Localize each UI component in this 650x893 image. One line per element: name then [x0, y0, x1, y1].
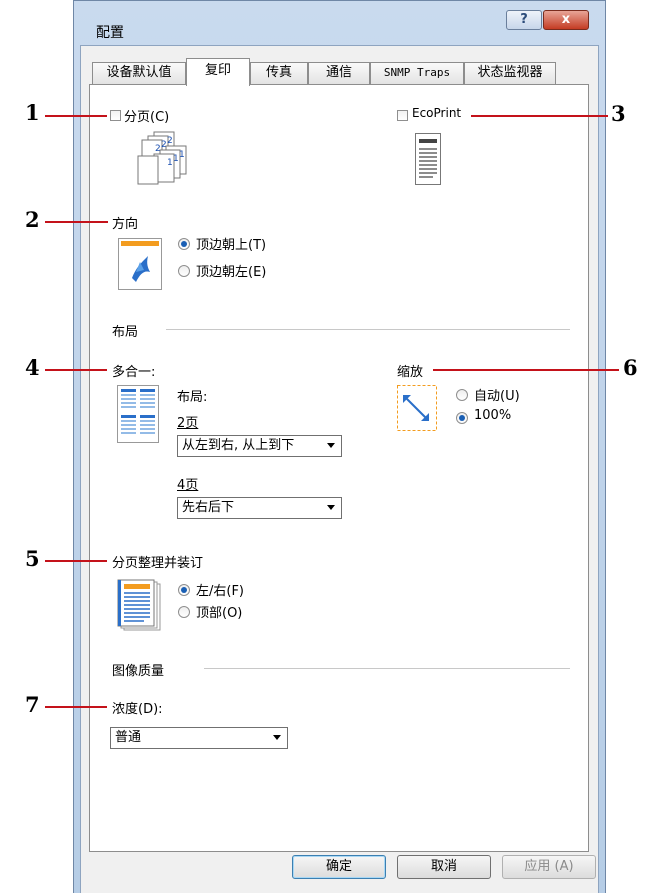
window-title: 配置: [96, 25, 124, 41]
ecoprint-label[interactable]: EcoPrint: [412, 106, 461, 120]
image-quality-separator: [204, 668, 570, 669]
collate-number: 2: [161, 140, 167, 150]
callout-line: [471, 115, 608, 117]
orientation-top-left-label[interactable]: 顶边朝左(E): [196, 261, 266, 280]
callout-line: [45, 115, 107, 117]
callout-line: [45, 369, 107, 371]
chevron-down-icon: [327, 505, 335, 510]
callout-number: 7: [25, 692, 40, 717]
layout-section-title: 布局: [112, 325, 139, 340]
two-page-layout-value: 从左到右, 从上到下: [182, 438, 295, 453]
callout-number: 3: [611, 101, 626, 126]
multi-up-layout-icon: [117, 385, 159, 443]
collate-number: 1: [179, 150, 185, 160]
orientation-top-up-radio[interactable]: [178, 238, 190, 250]
callout-number: 5: [25, 546, 40, 571]
callout-line: [433, 369, 619, 371]
binding-top-radio[interactable]: [178, 606, 190, 618]
binding-left-right-radio[interactable]: [178, 584, 190, 596]
density-dropdown[interactable]: 普通: [110, 727, 288, 749]
tab-communication[interactable]: 通信: [308, 62, 370, 84]
tab-device-defaults[interactable]: 设备默认值: [92, 62, 186, 84]
portrait-orientation-icon: [118, 238, 162, 290]
binding-top-label[interactable]: 顶部(O): [196, 602, 242, 621]
callout-line: [45, 221, 108, 223]
scaling-100-label[interactable]: 100%: [474, 408, 511, 423]
collate-number: 1: [167, 158, 173, 168]
tab-snmp-traps[interactable]: SNMP Traps: [370, 62, 464, 84]
scaling-auto-label[interactable]: 自动(U): [474, 385, 520, 404]
orientation-top-up-label[interactable]: 顶边朝上(T): [196, 234, 266, 253]
binding-pages-icon: [117, 579, 161, 631]
image-quality-title: 图像质量: [112, 664, 165, 679]
callout-number: 6: [623, 355, 638, 380]
scaling-auto-radio[interactable]: [456, 389, 468, 401]
ecoprint-checkbox[interactable]: [397, 110, 408, 121]
collate-pages-icon: 2 2 2 1 1 1: [137, 131, 187, 185]
callout-number: 4: [25, 355, 40, 380]
tab-status-monitor[interactable]: 状态监视器: [464, 62, 556, 84]
close-button[interactable]: x: [543, 10, 589, 30]
layout-label: 布局:: [177, 390, 208, 405]
tab-copy[interactable]: 复印: [186, 58, 250, 86]
scaling-100-radio[interactable]: [456, 412, 468, 424]
scaling-title: 缩放: [397, 365, 424, 380]
callout-number: 1: [25, 100, 40, 125]
four-page-layout-dropdown[interactable]: 先右后下: [177, 497, 342, 519]
binding-left-right-label[interactable]: 左/右(F): [196, 580, 244, 599]
callout-line: [45, 706, 107, 708]
apply-button[interactable]: 应用 (A): [502, 855, 596, 879]
callout-number: 2: [25, 207, 40, 232]
scaling-icon: [397, 385, 437, 431]
chevron-down-icon: [327, 443, 335, 448]
collate-number: 2: [155, 144, 161, 154]
two-page-layout-dropdown[interactable]: 从左到右, 从上到下: [177, 435, 342, 457]
help-button[interactable]: ?: [506, 10, 542, 30]
orientation-title: 方向: [112, 217, 139, 232]
ecoprint-page-icon: [415, 133, 441, 185]
density-value: 普通: [115, 730, 142, 745]
ok-button[interactable]: 确定: [292, 855, 386, 879]
tab-fax[interactable]: 传真: [250, 62, 308, 84]
multi-up-title: 多合一:: [112, 365, 156, 380]
orientation-top-left-radio[interactable]: [178, 265, 190, 277]
cancel-button[interactable]: 取消: [397, 855, 491, 879]
layout-separator: [166, 329, 570, 330]
two-page-label: 2页: [177, 416, 199, 431]
collate-label[interactable]: 分页(C): [124, 106, 169, 125]
collate-number: 2: [167, 136, 173, 146]
chevron-down-icon: [273, 735, 281, 740]
binding-title: 分页整理并装订: [112, 556, 204, 571]
density-label: 浓度(D):: [112, 702, 163, 717]
callout-line: [45, 560, 107, 562]
collate-number: 1: [173, 154, 179, 164]
collate-checkbox[interactable]: [110, 110, 121, 121]
four-page-layout-value: 先右后下: [182, 500, 235, 515]
four-page-label: 4页: [177, 478, 199, 493]
